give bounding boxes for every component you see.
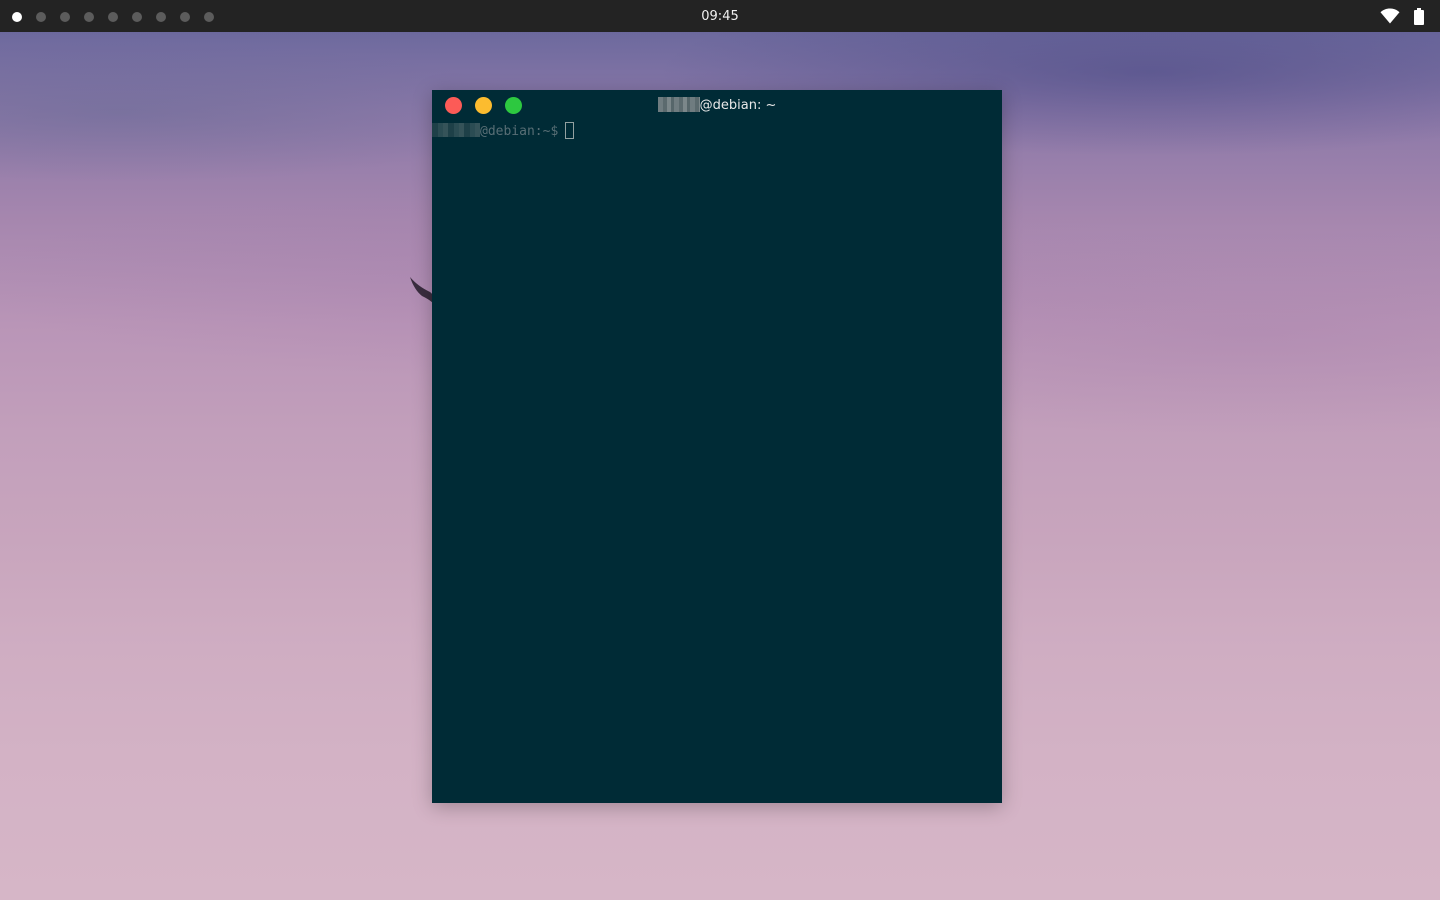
- redacted-prompt-username: [432, 123, 480, 137]
- workspace-dot-9[interactable]: [204, 12, 214, 22]
- workspace-dot-6[interactable]: [132, 12, 142, 22]
- battery-icon[interactable]: [1414, 7, 1424, 25]
- workspace-dot-2[interactable]: [36, 12, 46, 22]
- terminal-prompt-line[interactable]: @debian:~$: [432, 121, 575, 141]
- prompt-text: @debian:~$: [480, 124, 559, 139]
- window-title: @debian: ~: [432, 96, 1002, 113]
- workspace-dot-1[interactable]: [12, 12, 22, 22]
- terminal-window[interactable]: @debian: ~ @debian:~$: [432, 90, 1002, 803]
- system-tray: [1380, 7, 1424, 25]
- workspace-dot-5[interactable]: [108, 12, 118, 22]
- clock[interactable]: 09:45: [0, 0, 1440, 32]
- workspace-dot-4[interactable]: [84, 12, 94, 22]
- terminal-titlebar[interactable]: @debian: ~: [432, 90, 1002, 122]
- top-panel: 09:45: [0, 0, 1440, 32]
- window-title-text: @debian: ~: [699, 98, 777, 113]
- workspace-switcher: [12, 11, 214, 23]
- wifi-icon[interactable]: [1380, 8, 1400, 24]
- workspace-dot-3[interactable]: [60, 12, 70, 22]
- text-cursor: [565, 121, 575, 139]
- redacted-username: [657, 96, 700, 112]
- workspace-dot-7[interactable]: [156, 12, 166, 22]
- workspace-dot-8[interactable]: [180, 12, 190, 22]
